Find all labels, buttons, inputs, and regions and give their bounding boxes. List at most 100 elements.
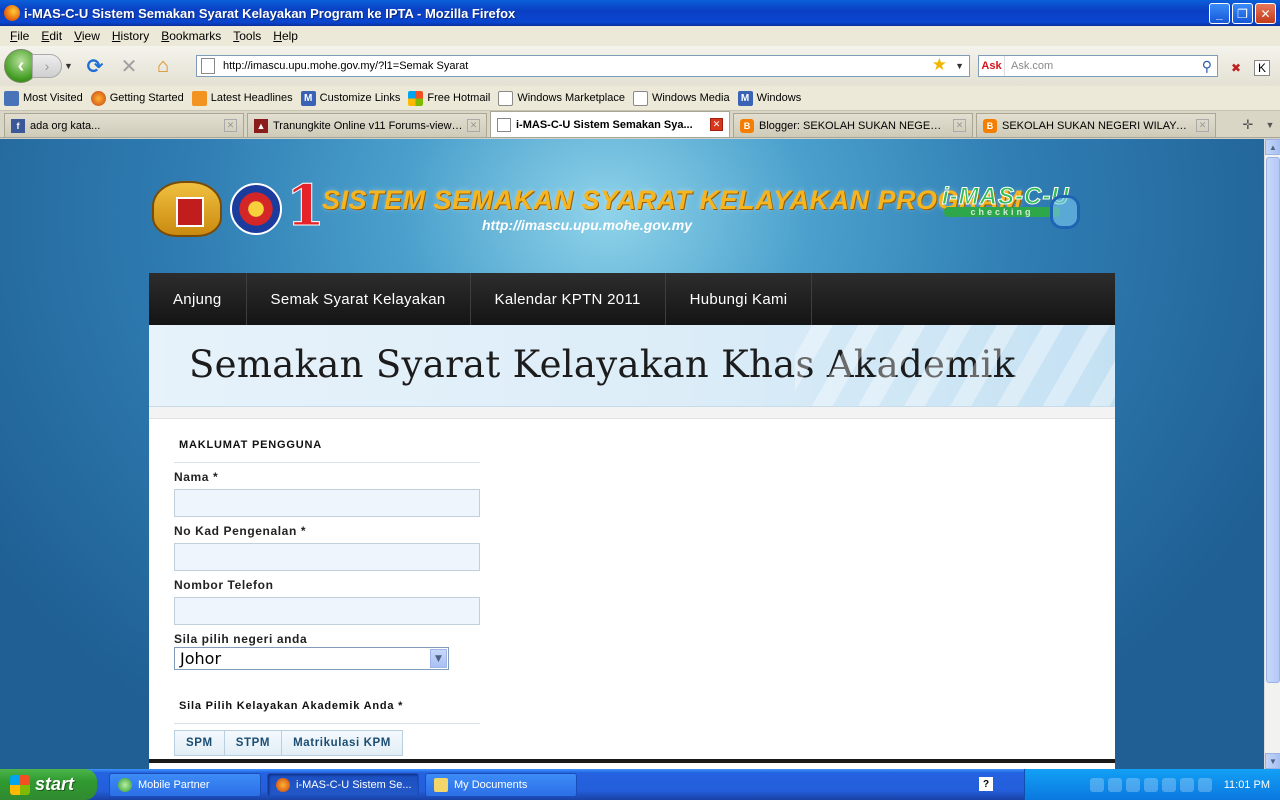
reload-button[interactable]: ⟳ [80,51,110,81]
menu-history[interactable]: History [106,29,155,43]
name-label: Nama * [174,470,219,484]
state-label: Sila pilih negeri anda [174,632,308,646]
bookmark-star-icon[interactable]: ★ [932,55,947,75]
qualification-matrikulasi-button[interactable]: Matrikulasi KPM [281,730,403,756]
vertical-scrollbar[interactable]: ▲ ▼ [1264,139,1280,769]
system-tray: ? 11:01 PM [979,769,1280,800]
addon-k-icon[interactable]: K [1254,60,1270,76]
menu-help[interactable]: Help [267,29,304,43]
scroll-down-icon[interactable]: ▼ [1265,753,1280,769]
url-text[interactable]: http://imascu.upu.mohe.gov.my/?l1=Semak … [223,60,468,72]
maximize-button[interactable]: ❐ [1232,3,1253,24]
tab-strip: f ada org kata... ✕ ▲ Tranungkite Online… [0,111,1280,138]
menu-edit[interactable]: Edit [35,29,68,43]
bookmark-windows-media[interactable]: Windows Media [632,90,730,106]
windows-icon [408,90,424,106]
tab-close-icon[interactable]: ✕ [467,119,480,132]
task-mobile-partner[interactable]: Mobile Partner [109,772,261,797]
state-selected-value: Johor [180,649,222,668]
ic-number-field[interactable] [174,543,480,571]
bookmark-most-visited[interactable]: Most Visited [4,90,83,106]
qualification-spm-button[interactable]: SPM [174,730,225,756]
help-icon[interactable]: ? [979,777,993,791]
qualification-stpm-button[interactable]: STPM [223,730,283,756]
rss-icon [191,90,207,106]
tab-close-icon[interactable]: ✕ [224,119,237,132]
navigation-toolbar: ‹ › ▼ ⟳ ✕ ⌂ http://imascu.upu.mohe.gov.m… [0,46,1280,86]
search-icon[interactable]: ⚲ [1202,58,1212,75]
volume-icon[interactable] [1107,777,1122,792]
nav-hubungi[interactable]: Hubungi Kami [666,273,813,325]
menu-tools[interactable]: Tools [227,29,267,43]
site-banner: 1 SISTEM SEMAKAN SYARAT KELAYAKAN PROGRA… [150,173,1090,249]
task-my-documents[interactable]: My Documents [425,772,577,797]
msn-icon: M [737,90,753,106]
main-content: Semakan Syarat Kelayakan Khas Akademik M… [149,325,1115,769]
firefox-icon [276,777,290,792]
tab-imascu[interactable]: i-MAS-C-U Sistem Semakan Sya... ✕ [490,111,730,137]
tab-close-icon[interactable]: ✕ [953,119,966,132]
scroll-thumb[interactable] [1266,157,1280,683]
url-dropdown-icon[interactable]: ▼ [955,61,964,71]
wireless-icon[interactable] [1143,777,1158,792]
menu-file[interactable]: File [4,29,35,43]
nav-kalendar[interactable]: Kalendar KPTN 2011 [471,273,666,325]
page-icon [498,90,514,106]
network-icon[interactable] [1089,777,1104,792]
bluetooth-icon[interactable] [1161,777,1176,792]
tab-close-icon[interactable]: ✕ [1196,119,1209,132]
addon-icon[interactable]: ✖ [1228,60,1244,76]
taskbar: start Mobile Partner i-MAS-C-U Sistem Se… [0,769,1280,800]
security-icon[interactable] [1125,777,1140,792]
bookmark-free-hotmail[interactable]: Free Hotmail [408,90,490,106]
section-heading-user: MAKLUMAT PENGGUNA [174,437,480,463]
usb-icon[interactable] [1197,777,1212,792]
search-input[interactable]: Ask.com [1011,60,1053,72]
menu-view[interactable]: View [68,29,106,43]
nav-semak-syarat[interactable]: Semak Syarat Kelayakan [247,273,471,325]
task-firefox[interactable]: i-MAS-C-U Sistem Se... [267,772,419,797]
bookmark-windows[interactable]: M Windows [737,90,801,106]
page-title: Semakan Syarat Kelayakan Khas Akademik [189,343,1016,386]
logo-one: 1 [286,173,326,240]
firefox-logo-icon [4,5,20,21]
stop-button[interactable]: ✕ [114,51,144,81]
tab-tranungkite[interactable]: ▲ Tranungkite Online v11 Forums-viewt...… [247,113,487,137]
state-select[interactable]: Johor ▼ [174,647,449,670]
minimize-button[interactable]: _ [1209,3,1230,24]
home-button[interactable]: ⌂ [148,51,178,81]
page-icon [497,117,511,132]
nav-anjung[interactable]: Anjung [149,273,247,325]
menu-bookmarks[interactable]: Bookmarks [155,29,227,43]
tab-list-icon[interactable]: ▼ [1260,114,1280,136]
bookmark-windows-marketplace[interactable]: Windows Marketplace [498,90,625,106]
search-engine-icon[interactable]: Ask [979,56,1005,76]
display-icon[interactable] [1179,777,1194,792]
qualification-tabs: SPM STPM Matrikulasi KPM [174,730,480,756]
tab-close-icon[interactable]: ✕ [710,118,723,131]
scroll-up-icon[interactable]: ▲ [1265,139,1280,155]
start-button[interactable]: start [0,769,97,800]
bookmark-latest-headlines[interactable]: Latest Headlines [191,90,293,106]
search-box[interactable]: Ask Ask.com ⚲ [978,55,1218,77]
chevron-down-icon[interactable]: ▼ [430,649,447,668]
ic-label: No Kad Pengenalan * [174,524,307,538]
bookmark-customize-links[interactable]: M Customize Links [300,90,400,106]
page-icon [201,58,215,74]
forward-button[interactable]: › [32,54,62,78]
bookmark-getting-started[interactable]: Getting Started [90,90,184,106]
address-bar[interactable]: http://imascu.upu.mohe.gov.my/?l1=Semak … [196,55,970,77]
new-tab-icon[interactable]: ✛ [1238,114,1258,136]
section-heading-qualification: Sila Pilih Kelayakan Akademik Anda * [174,698,480,724]
tab-blogger-2[interactable]: B SEKOLAH SUKAN NEGERI WILAYAH P... ✕ [976,113,1216,137]
tab-blogger-1[interactable]: B Blogger: SEKOLAH SUKAN NEGERI WI... ✕ [733,113,973,137]
name-field[interactable] [174,489,480,517]
phone-field[interactable] [174,597,480,625]
coat-of-arms-logo [152,181,222,237]
history-dropdown-icon[interactable]: ▼ [64,61,76,71]
close-window-button[interactable]: ✕ [1255,3,1276,24]
firefox-icon [90,90,106,106]
folder-icon [4,90,19,106]
tab-facebook[interactable]: f ada org kata... ✕ [4,113,244,137]
page-icon [632,90,648,106]
